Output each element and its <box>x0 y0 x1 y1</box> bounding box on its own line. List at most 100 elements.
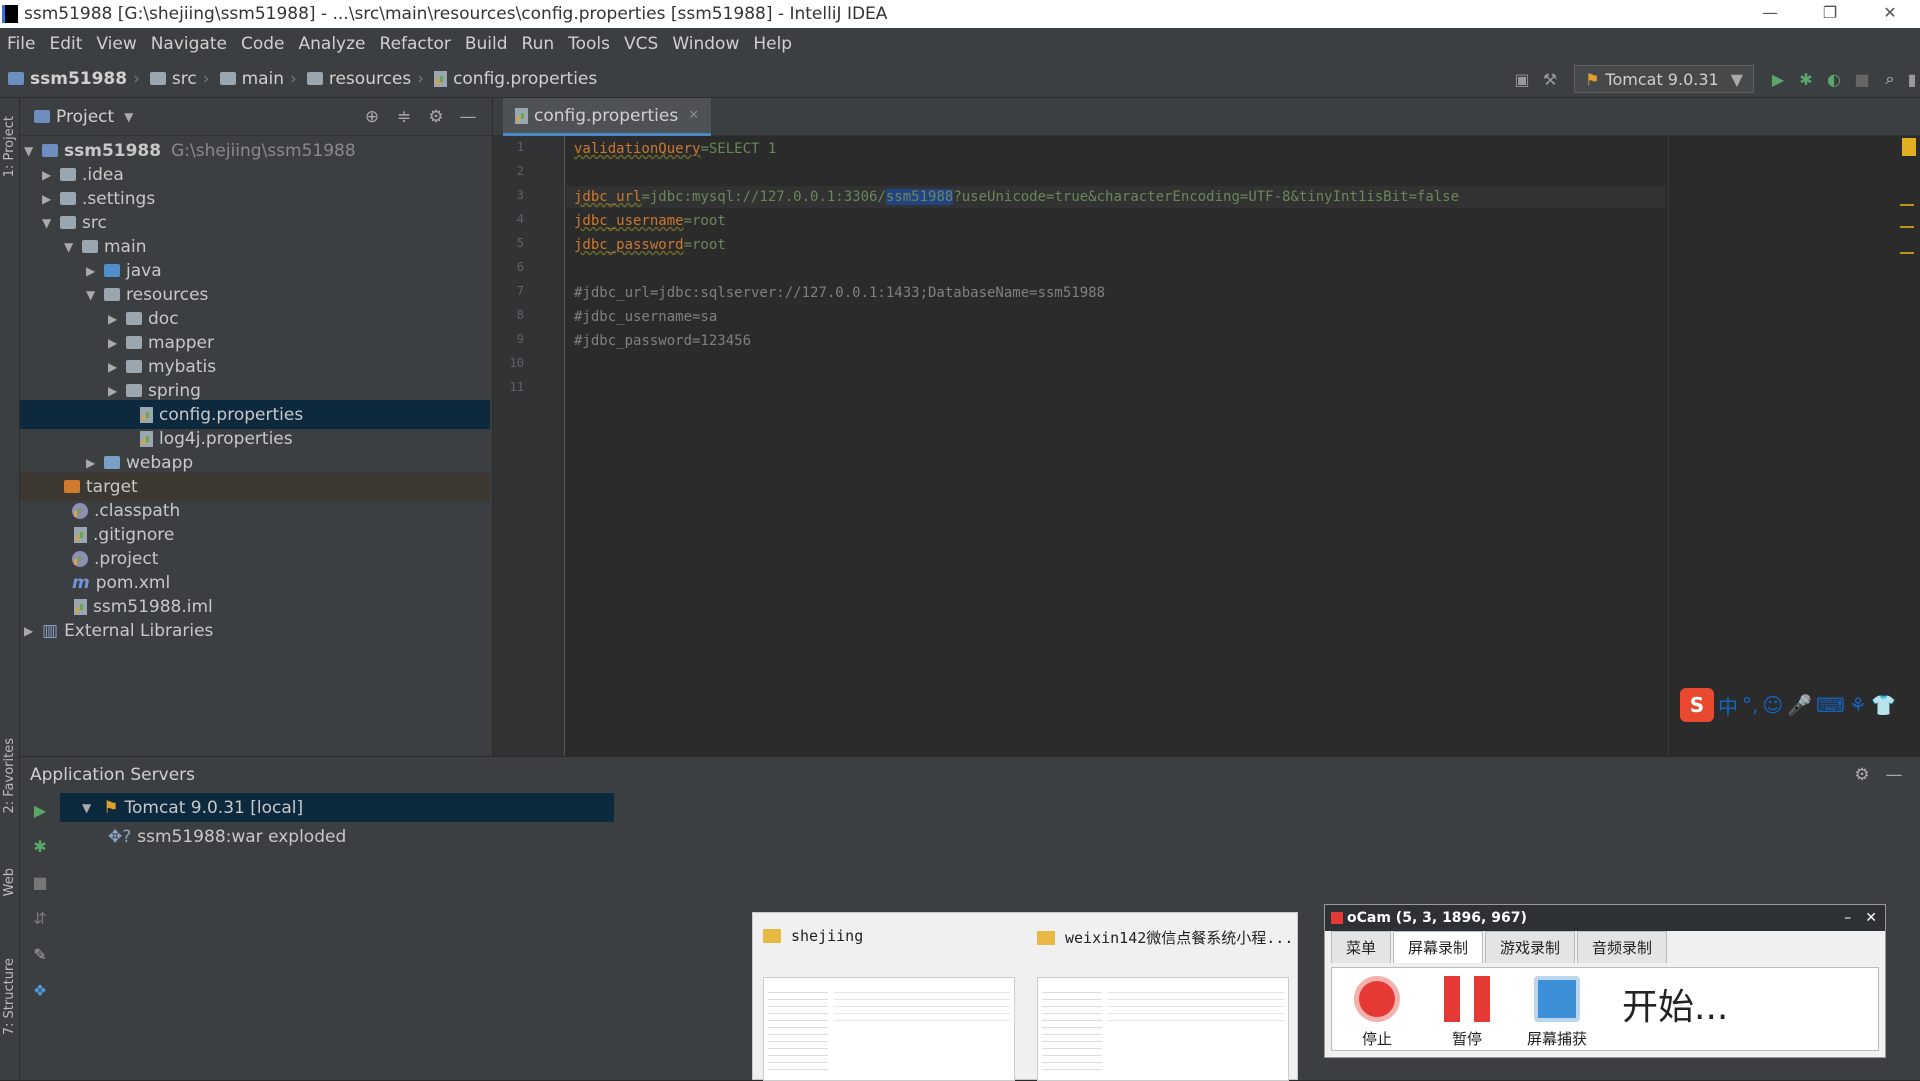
tool-tab-web[interactable]: Web <box>2 868 17 896</box>
code-line-9[interactable]: #jdbc_password=123456 <box>574 330 751 352</box>
run-config-select[interactable]: ⚑ Tomcat 9.0.31 ▼ <box>1574 65 1754 93</box>
ocam-tab-menu[interactable]: 菜单 <box>1331 931 1392 963</box>
menu-file[interactable]: File <box>0 34 42 54</box>
server-tomcat-local[interactable]: ▼ ⚑ Tomcat 9.0.31 [local] <box>60 793 614 822</box>
debug-icon[interactable]: ✱ <box>20 829 60 865</box>
menu-tools[interactable]: Tools <box>561 34 617 54</box>
stop-icon[interactable]: ■ <box>1848 70 1876 89</box>
debug-icon[interactable]: ✱ <box>1792 70 1820 89</box>
tree-item-external-libraries[interactable]: ▶ ▥ External Libraries <box>20 616 490 645</box>
tree-arrow-icon[interactable]: ▶ <box>42 168 60 182</box>
ocam-capture-button[interactable]: 屏幕捕获 <box>1522 976 1592 1049</box>
menu-view[interactable]: View <box>89 34 143 54</box>
tree-arrow-icon[interactable]: ▶ <box>108 360 126 374</box>
code-line-7[interactable]: #jdbc_url=jdbc:sqlserver://127.0.0.1:143… <box>574 282 1105 304</box>
tree-arrow-icon[interactable]: ▶ <box>108 312 126 326</box>
locate-icon[interactable]: ⊕ <box>356 107 388 127</box>
menu-navigate[interactable]: Navigate <box>144 34 234 54</box>
ime-mode[interactable]: 中 <box>1718 691 1738 720</box>
tree-arrow-icon[interactable]: ▶ <box>86 264 104 278</box>
close-icon[interactable]: ✕ <box>1860 0 1920 28</box>
artifact-war-exploded[interactable]: ✥? ssm51988:war exploded <box>108 822 346 851</box>
ocam-pause-button[interactable]: 暂停 <box>1432 976 1502 1049</box>
minimize-icon[interactable]: — <box>1740 0 1800 28</box>
close-tab-icon[interactable]: ✕ <box>688 108 699 123</box>
tree-arrow-icon[interactable]: ▶ <box>42 192 60 206</box>
settings-icon[interactable]: ▮ <box>1904 70 1920 89</box>
menu-vcs[interactable]: VCS <box>617 34 665 54</box>
emoji-icon[interactable]: ☺ <box>1762 693 1783 717</box>
ocam-stop-button[interactable]: 停止 <box>1342 976 1412 1049</box>
breadcrumb-project[interactable]: ssm51988 › <box>8 69 146 89</box>
error-stripe-mark[interactable] <box>1900 226 1914 228</box>
tree-arrow-icon[interactable]: ▼ <box>24 144 42 158</box>
menu-edit[interactable]: Edit <box>42 34 89 54</box>
pause-icon <box>1444 976 1490 1022</box>
code-line-1[interactable]: validationQuery=SELECT 1 <box>574 138 776 160</box>
code-line-3[interactable]: jdbc_url=jdbc:mysql://127.0.0.1:3306/ssm… <box>566 186 1666 208</box>
breadcrumb-file[interactable]: config.properties <box>434 69 597 89</box>
deploy-icon[interactable]: ❖ <box>20 973 60 1009</box>
ocam-tab-game-record[interactable]: 游戏录制 <box>1485 931 1576 963</box>
tree-arrow-icon[interactable]: ▼ <box>64 240 82 254</box>
menu-analyze[interactable]: Analyze <box>292 34 373 54</box>
tree-arrow-icon[interactable]: ▼ <box>86 288 104 302</box>
tree-arrow-icon[interactable]: ▶ <box>108 384 126 398</box>
project-view-select[interactable]: Project ▼ <box>34 107 133 127</box>
minimize-icon[interactable]: – <box>1844 910 1851 926</box>
run-icon[interactable]: ▶ <box>20 793 60 829</box>
error-stripe-mark[interactable] <box>1900 252 1914 254</box>
menu-refactor[interactable]: Refactor <box>373 34 458 54</box>
tool-tab-structure[interactable]: 7: Structure <box>2 958 17 1035</box>
menu-window[interactable]: Window <box>665 34 746 54</box>
close-icon[interactable]: ✕ <box>1865 910 1877 926</box>
layout-icon[interactable]: ▣ <box>1508 70 1536 89</box>
search-icon[interactable]: ⌕ <box>1876 69 1904 89</box>
breadcrumb-resources[interactable]: resources › <box>306 69 430 89</box>
editor-scrollbar[interactable] <box>1898 136 1920 756</box>
tool-tab-project[interactable]: 1: Project <box>2 116 17 177</box>
keyboard-icon[interactable]: ⌨ <box>1816 693 1845 717</box>
tool-tab-favorites[interactable]: 2: Favorites <box>2 738 17 814</box>
code-editor[interactable]: validationQuery=SELECT 1 jdbc_url=jdbc:m… <box>566 136 1920 756</box>
error-stripe-mark[interactable] <box>1900 204 1914 206</box>
tree-arrow-icon[interactable]: ▶ <box>24 624 42 638</box>
tree-arrow-icon[interactable]: ▼ <box>42 216 60 230</box>
ocam-tab-screen-record[interactable]: 屏幕录制 <box>1393 931 1484 963</box>
menu-build[interactable]: Build <box>458 34 515 54</box>
menu-code[interactable]: Code <box>234 34 292 54</box>
tree-arrow-icon[interactable]: ▶ <box>108 336 126 350</box>
restore-icon[interactable]: ❐ <box>1800 0 1860 28</box>
code-line-5[interactable]: jdbc_password=root <box>574 234 726 256</box>
tab-config-properties[interactable]: config.properties ✕ <box>503 98 712 136</box>
chevron-down-icon[interactable]: ▼ <box>82 801 91 815</box>
sogou-logo-icon[interactable]: S <box>1680 688 1714 722</box>
breadcrumb-src[interactable]: src › <box>149 69 216 89</box>
code-line-4[interactable]: jdbc_username=root <box>574 210 726 232</box>
inspection-indicator-icon[interactable] <box>1902 138 1916 156</box>
preview-weixin142[interactable]: weixin142微信点餐系统小程... <box>1027 913 1299 1081</box>
gear-icon[interactable]: ⚙ <box>420 107 452 127</box>
edit-config-icon[interactable]: ✎ <box>20 937 60 973</box>
hide-icon[interactable]: — <box>452 107 484 127</box>
menu-run[interactable]: Run <box>515 34 562 54</box>
menu-help[interactable]: Help <box>746 34 799 54</box>
breadcrumb-main[interactable]: main › <box>219 69 303 89</box>
gear-icon[interactable]: ⚙ <box>1846 765 1878 785</box>
property-value: =root <box>683 237 726 253</box>
skin-icon[interactable]: 👕 <box>1871 693 1896 717</box>
toolbox-icon[interactable]: ⚘ <box>1849 693 1867 717</box>
preview-shejiing[interactable]: shejiing <box>753 913 1025 1081</box>
update-icon[interactable]: ⇵ <box>20 901 60 937</box>
coverage-icon[interactable]: ◐ <box>1820 70 1848 89</box>
collapse-all-icon[interactable]: ≑ <box>388 107 420 127</box>
build-hammer-icon[interactable]: ⚒ <box>1536 70 1564 89</box>
ocam-tab-audio-record[interactable]: 音频录制 <box>1577 931 1668 963</box>
code-line-8[interactable]: #jdbc_username=sa <box>574 306 717 328</box>
tree-arrow-icon[interactable]: ▶ <box>86 456 104 470</box>
hide-icon[interactable]: — <box>1878 765 1910 785</box>
run-icon[interactable]: ▶ <box>1764 70 1792 89</box>
punctuation-icon[interactable]: °, <box>1742 693 1758 717</box>
microphone-icon[interactable]: 🎤 <box>1787 693 1812 717</box>
stop-icon[interactable]: ■ <box>20 865 60 901</box>
